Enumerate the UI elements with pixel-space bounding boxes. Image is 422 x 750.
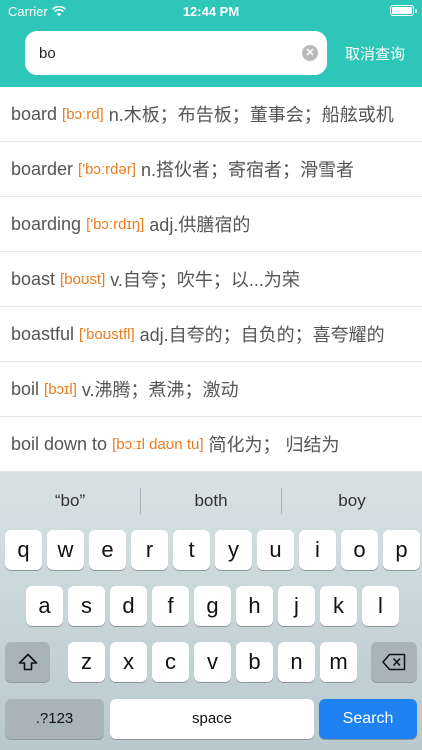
result-meaning: v.沸腾；煮沸；激动 — [81, 380, 239, 400]
key-a[interactable]: a — [26, 586, 63, 626]
key-o[interactable]: o — [341, 530, 378, 570]
result-word: boil — [11, 378, 40, 399]
result-meaning: adj.供膳宿的 — [149, 215, 251, 235]
key-p[interactable]: p — [383, 530, 420, 570]
suggestion-bar: “bo” both boy — [0, 472, 422, 522]
clock: 12:44 PM — [182, 4, 240, 19]
search-box[interactable]: ✕ — [25, 31, 327, 75]
key-l[interactable]: l — [362, 586, 399, 626]
key-m[interactable]: m — [320, 642, 357, 682]
key-z[interactable]: z — [68, 642, 105, 682]
key-y[interactable]: y — [215, 530, 252, 570]
result-meaning: adj.自夸的；自负的；喜夸耀的 — [139, 325, 385, 345]
result-phonetic: ['boʊstfl] — [79, 325, 135, 343]
numbers-key[interactable]: .?123 — [5, 699, 104, 739]
result-row[interactable]: boarder ['bɔːrdər] n.搭伙者；寄宿者；滑雪者 — [0, 142, 422, 197]
shift-key[interactable] — [5, 642, 50, 682]
shift-icon — [18, 653, 37, 671]
result-word: boil down to — [11, 433, 108, 454]
key-t[interactable]: t — [173, 530, 210, 570]
header-bar: Carrier 12:44 PM ✕ 取消查询 — [0, 0, 422, 87]
result-row[interactable]: boastful ['boʊstfl] adj.自夸的；自负的；喜夸耀的 — [0, 307, 422, 362]
result-word: board — [11, 103, 58, 124]
key-u[interactable]: u — [257, 530, 294, 570]
search-key[interactable]: Search — [319, 699, 417, 739]
result-phonetic: ['bɔːrdər] — [78, 160, 136, 178]
result-phonetic: [bɔːrd] — [62, 105, 104, 123]
result-word: boarder — [11, 158, 74, 179]
key-w[interactable]: w — [47, 530, 84, 570]
key-c[interactable]: c — [152, 642, 189, 682]
result-meaning: n.搭伙者；寄宿者；滑雪者 — [140, 160, 354, 180]
close-icon: ✕ — [305, 47, 315, 59]
key-v[interactable]: v — [194, 642, 231, 682]
backspace-icon — [382, 653, 406, 671]
result-meaning: n.木板；布告板；董事会；船舷或机 — [108, 105, 394, 125]
key-d[interactable]: d — [110, 586, 147, 626]
key-j[interactable]: j — [278, 586, 315, 626]
result-phonetic: [boʊst] — [60, 270, 106, 288]
result-row[interactable]: board [bɔːrd] n.木板；布告板；董事会；船舷或机 — [0, 87, 422, 142]
cancel-search-button[interactable]: 取消查询 — [340, 43, 410, 64]
result-meaning: 简化为； 归结为 — [208, 435, 340, 455]
result-meaning: v.自夸；吹牛；以...为荣 — [110, 270, 300, 290]
suggestion-item[interactable]: “bo” — [0, 472, 140, 522]
result-word: boast — [11, 268, 56, 289]
key-h[interactable]: h — [236, 586, 273, 626]
result-word: boastful — [11, 323, 75, 344]
result-row[interactable]: boarding ['bɔːrdɪŋ] adj.供膳宿的 — [0, 197, 422, 252]
key-g[interactable]: g — [194, 586, 231, 626]
key-i[interactable]: i — [299, 530, 336, 570]
result-word: boarding — [11, 213, 82, 234]
keyboard: “bo” both boy q w e r t y u i o p a s d … — [0, 472, 422, 750]
key-b[interactable]: b — [236, 642, 273, 682]
key-e[interactable]: e — [89, 530, 126, 570]
key-q[interactable]: q — [5, 530, 42, 570]
key-r[interactable]: r — [131, 530, 168, 570]
key-s[interactable]: s — [68, 586, 105, 626]
key-k[interactable]: k — [320, 586, 357, 626]
key-n[interactable]: n — [278, 642, 315, 682]
result-phonetic: [bɔɪl] — [44, 380, 77, 398]
result-phonetic: [bɔːɪl daʊn tu] — [112, 435, 204, 453]
status-bar: Carrier 12:44 PM — [0, 0, 422, 22]
battery-icon — [390, 5, 417, 16]
battery-fill — [392, 7, 412, 14]
suggestion-item[interactable]: boy — [282, 472, 422, 522]
key-x[interactable]: x — [110, 642, 147, 682]
clear-search-button[interactable]: ✕ — [302, 45, 318, 61]
key-f[interactable]: f — [152, 586, 189, 626]
search-input[interactable] — [39, 31, 299, 75]
suggestion-item[interactable]: both — [141, 472, 281, 522]
results-list: board [bɔːrd] n.木板；布告板；董事会；船舷或机 boarder … — [0, 87, 422, 472]
space-key[interactable]: space — [110, 699, 314, 739]
result-row[interactable]: boil [bɔɪl] v.沸腾；煮沸；激动 — [0, 362, 422, 417]
result-phonetic: ['bɔːrdɪŋ] — [86, 215, 145, 233]
result-row[interactable]: boil down to [bɔːɪl daʊn tu] 简化为； 归结为 — [0, 417, 422, 472]
delete-key[interactable] — [371, 642, 417, 682]
result-row[interactable]: boast [boʊst] v.自夸；吹牛；以...为荣 — [0, 252, 422, 307]
